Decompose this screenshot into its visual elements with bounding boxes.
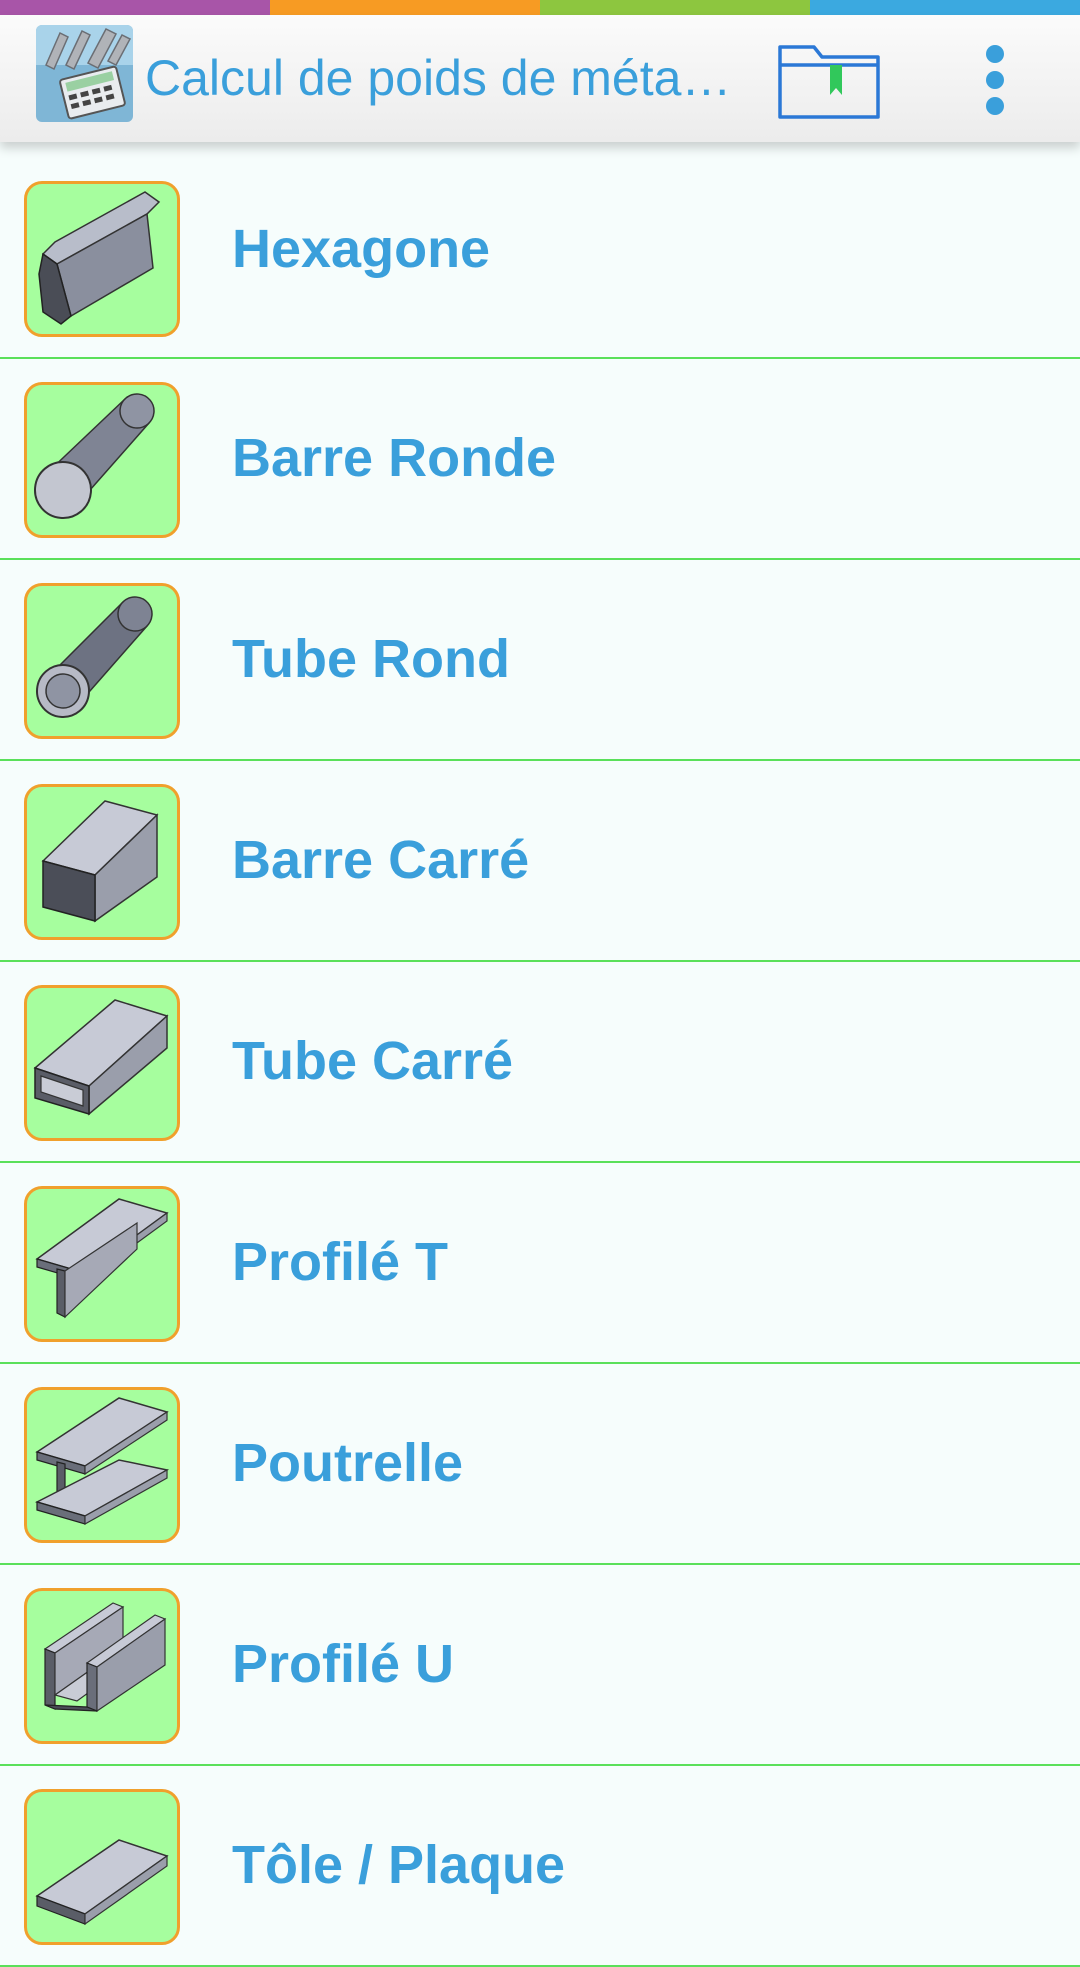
hexagon-bar-icon (24, 181, 180, 337)
item-label: Profilé U (232, 1634, 455, 1694)
round-tube-icon (24, 583, 180, 739)
list-item-barre-carre[interactable]: Barre Carré (0, 761, 1080, 962)
u-profile-icon (24, 1588, 180, 1744)
item-label: Tôle / Plaque (232, 1835, 566, 1895)
item-label: Tube Carré (232, 1031, 514, 1091)
sheet-plate-icon (24, 1789, 180, 1945)
item-label: Barre Ronde (232, 428, 557, 488)
square-bar-icon (24, 784, 180, 940)
item-label: Tube Rond (232, 629, 510, 689)
list-item-tube-carre[interactable]: Tube Carré (0, 962, 1080, 1163)
i-beam-icon (24, 1387, 180, 1543)
metal-calculator-icon[interactable] (36, 25, 133, 122)
strip-orange (270, 0, 540, 15)
strip-blue (810, 0, 1080, 15)
shape-list: Hexagone Barre Ronde Tube Rond Barre Car… (0, 142, 1080, 1967)
list-item-tube-rond[interactable]: Tube Rond (0, 560, 1080, 761)
action-bar: Calcul de poids de méta… (0, 15, 1080, 142)
item-label: Barre Carré (232, 830, 530, 890)
t-profile-icon (24, 1186, 180, 1342)
list-item-profile-t[interactable]: Profilé T (0, 1163, 1080, 1364)
overflow-menu-icon[interactable] (970, 37, 1020, 123)
list-item-barre-ronde[interactable]: Barre Ronde (0, 359, 1080, 560)
square-tube-icon (24, 985, 180, 1141)
list-item-poutrelle[interactable]: Poutrelle (0, 1364, 1080, 1565)
strip-green (540, 0, 810, 15)
list-item-hexagone[interactable]: Hexagone (0, 142, 1080, 359)
app-title: Calcul de poids de méta… (145, 50, 732, 106)
item-label: Profilé T (232, 1232, 449, 1292)
item-label: Hexagone (232, 219, 491, 279)
list-item-profile-u[interactable]: Profilé U (0, 1565, 1080, 1766)
round-bar-icon (24, 382, 180, 538)
list-item-tole-plaque[interactable]: Tôle / Plaque (0, 1766, 1080, 1967)
color-strip (0, 0, 1080, 15)
item-label: Poutrelle (232, 1433, 464, 1493)
strip-purple (0, 0, 270, 15)
bookmark-folder-icon[interactable] (776, 37, 882, 123)
